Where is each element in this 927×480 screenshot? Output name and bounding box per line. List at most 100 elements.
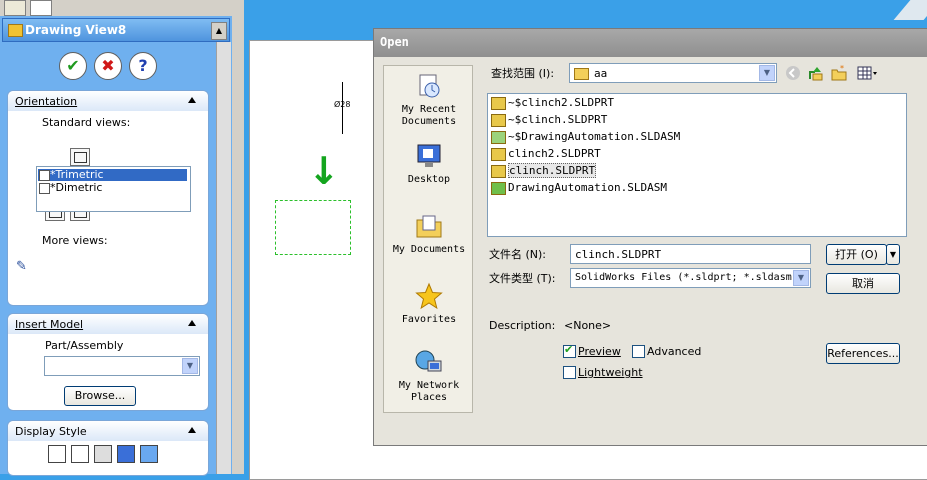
desktop-icon (415, 142, 443, 170)
more-views-list[interactable]: *Trimetric *Dimetric (36, 166, 191, 212)
open-dialog: Open My Recent Documents Desktop My Docu… (373, 28, 927, 446)
file-name-value: clinch.SLDPRT (575, 248, 662, 261)
favorites-star-icon (415, 282, 443, 310)
orientation-title: Orientation (15, 95, 78, 108)
view-placement-box[interactable] (275, 200, 351, 255)
back-icon[interactable] (785, 65, 801, 81)
sldasm-file-icon (491, 182, 506, 195)
place-recent-documents[interactable]: My Recent Documents (384, 72, 474, 128)
look-in-value: aa (594, 67, 608, 80)
open-button[interactable]: 打开 (O) (826, 244, 887, 265)
place-network-places[interactable]: My Network Places (384, 348, 474, 404)
down-arrow-icon: ↓ (308, 149, 340, 193)
file-name: ~$clinch2.SLDPRT (508, 96, 614, 109)
browse-button[interactable]: Browse... (64, 386, 136, 406)
file-item[interactable]: clinch2.SLDPRT (490, 146, 601, 162)
more-views-checkbox[interactable] (39, 170, 50, 181)
scroll-up-button[interactable]: ▲ (211, 22, 227, 40)
up-one-level-icon[interactable] (808, 65, 824, 81)
sldprt-file-icon (491, 165, 506, 178)
preview-checkbox[interactable]: ✔ (563, 343, 576, 358)
chevron-down-icon[interactable]: ▼ (793, 270, 809, 286)
file-name: DrawingAutomation.SLDASM (508, 181, 667, 194)
display-style-group-header[interactable]: Display Style (8, 421, 208, 441)
help-icon: ? (138, 56, 148, 75)
view-front-button[interactable] (70, 148, 90, 166)
collapse-icon[interactable] (188, 97, 196, 103)
panel-splitter[interactable] (232, 0, 244, 474)
folder-icon (574, 68, 589, 80)
feature-manager-tab[interactable] (4, 0, 26, 16)
place-label: Desktop (407, 174, 451, 185)
file-item[interactable]: ~$DrawingAutomation.SLDASM (490, 129, 680, 145)
sldprt-file-icon (491, 148, 506, 161)
orientation-group-header[interactable]: Orientation (8, 91, 208, 111)
collapse-icon[interactable] (188, 427, 196, 433)
collapse-icon[interactable] (188, 320, 196, 326)
display-style-group: Display Style (7, 420, 209, 476)
more-views-item-label: *Dimetric (50, 181, 103, 194)
more-views-checkbox[interactable] (39, 183, 50, 194)
place-label: Favorites (401, 314, 457, 325)
place-my-documents[interactable]: My Documents (384, 212, 474, 256)
sldprt-file-icon (491, 114, 506, 127)
look-in-dropdown[interactable]: aa ▼ (569, 63, 777, 83)
place-favorites[interactable]: Favorites (384, 282, 474, 326)
file-name: clinch.SLDPRT (508, 163, 597, 178)
network-places-icon (415, 348, 443, 376)
part-assembly-label: Part/Assembly (45, 339, 124, 352)
insert-model-group-header[interactable]: Insert Model (8, 314, 208, 334)
hidden-lines-removed-icon[interactable] (94, 445, 112, 463)
advanced-checkbox[interactable] (632, 345, 645, 358)
place-desktop[interactable]: Desktop (384, 142, 474, 186)
shaded-icon[interactable] (140, 445, 158, 463)
cancel-button-label: 取消 (852, 277, 874, 290)
dialog-title: Open (380, 35, 409, 49)
panel-tab-strip (0, 0, 240, 16)
property-manager-tab[interactable] (30, 0, 52, 16)
hidden-lines-visible-icon[interactable] (71, 445, 89, 463)
chevron-down-icon[interactable]: ▼ (182, 358, 198, 374)
file-item[interactable]: ~$clinch2.SLDPRT (490, 95, 614, 111)
help-button[interactable]: ? (129, 52, 157, 80)
file-item-selected[interactable]: clinch.SLDPRT (490, 163, 597, 179)
more-views-label: More views: (42, 234, 108, 247)
preview-label: Preview (578, 345, 621, 358)
open-options-dropdown[interactable]: ▼ (886, 244, 900, 265)
cancel-x-button[interactable]: ✖ (94, 52, 122, 80)
file-list[interactable]: ~$clinch2.SLDPRT ~$clinch.SLDPRT ~$Drawi… (487, 93, 907, 237)
file-item[interactable]: ~$clinch.SLDPRT (490, 112, 607, 128)
ok-button[interactable]: ✔ (59, 52, 87, 80)
view-menu-icon[interactable] (857, 65, 879, 81)
panel-scrollbar[interactable] (216, 42, 231, 474)
insert-model-group: Insert Model Part/Assembly ▼ Browse... (7, 313, 209, 411)
file-name: ~$clinch.SLDPRT (508, 113, 608, 126)
new-folder-icon[interactable]: * (831, 64, 847, 81)
property-manager-title: Drawing View8 (25, 23, 127, 37)
insert-model-title: Insert Model (15, 318, 84, 331)
chevron-down-icon: ▼ (889, 250, 897, 259)
references-button[interactable]: References... (826, 343, 900, 364)
file-name: ~$DrawingAutomation.SLDASM (508, 130, 681, 143)
more-views-item[interactable]: *Dimetric (38, 182, 187, 194)
chevron-down-icon[interactable]: ▼ (759, 65, 775, 81)
more-views-item[interactable]: *Trimetric (38, 169, 187, 181)
my-documents-icon (415, 212, 443, 240)
description-value: <None> (564, 319, 612, 332)
file-name-input[interactable]: clinch.SLDPRT (570, 244, 811, 264)
lightweight-checkbox[interactable] (563, 366, 576, 379)
file-name-label: 文件名 (N): (489, 248, 547, 261)
browse-button-label: Browse... (74, 389, 126, 402)
lightweight-label: Lightweight (578, 366, 643, 379)
dimension-label[interactable]: Ø28 (334, 100, 350, 109)
file-type-dropdown[interactable]: SolidWorks Files (*.sldprt; *.sldasm ▼ (570, 268, 811, 288)
cancel-button[interactable]: 取消 (826, 273, 900, 294)
pin-icon[interactable]: ✎ (16, 259, 34, 275)
wireframe-icon[interactable] (48, 445, 66, 463)
part-assembly-dropdown[interactable]: ▼ (44, 356, 200, 376)
places-bar: My Recent Documents Desktop My Documents… (383, 65, 473, 413)
property-manager-header: Drawing View8 ▲ (2, 18, 230, 42)
dialog-titlebar[interactable]: Open (374, 29, 927, 57)
file-item[interactable]: DrawingAutomation.SLDASM (490, 180, 667, 196)
shaded-with-edges-icon[interactable] (117, 445, 135, 463)
